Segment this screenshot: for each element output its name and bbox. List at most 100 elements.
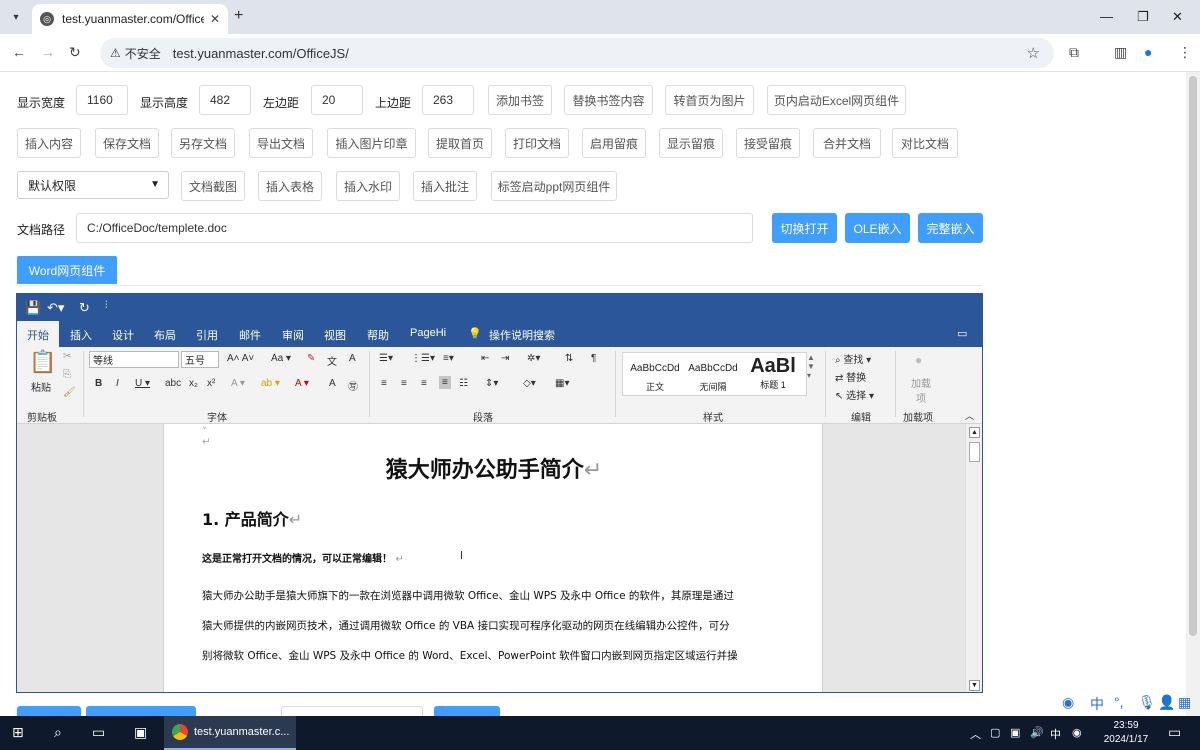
word-save-icon[interactable]: 💾 xyxy=(25,300,41,316)
document-paragraph-line[interactable]: 猿大师提供的内嵌网页技术，通过调用微软 Office 的 VBA 接口实现可程序… xyxy=(202,618,730,633)
cut-icon[interactable]: ✂ xyxy=(63,351,71,362)
tray-ime-label[interactable]: 中 xyxy=(1050,726,1061,742)
font-color-icon[interactable]: A ▾ xyxy=(295,378,309,389)
scroll-thumb[interactable] xyxy=(969,442,980,462)
back-icon[interactable]: ← xyxy=(12,44,26,60)
document-paragraph-line[interactable]: 别将微软 Office、金山 WPS 及永中 Office 的 Word、Exc… xyxy=(202,648,738,663)
show-marks-icon[interactable]: ¶ xyxy=(591,353,596,364)
superscript-icon[interactable]: x² xyxy=(207,378,215,389)
page-scroll-thumb[interactable] xyxy=(1189,76,1197,636)
close-tab-icon[interactable]: ✕ xyxy=(210,12,220,26)
volume-icon[interactable]: 🔊 xyxy=(1030,726,1044,739)
style-no-spacing[interactable]: AaBbCcDd 无间隔 xyxy=(685,355,741,393)
decrease-indent-icon[interactable]: ⇤ xyxy=(481,353,489,364)
chinese-layout-icon[interactable]: ✲▾ xyxy=(527,353,540,364)
replace-button[interactable]: ⇄ 替换 xyxy=(835,369,866,384)
document-bold-line[interactable]: 这是正常打开文档的情况，可以正常编辑！ ↵ xyxy=(202,550,404,565)
export-document-button[interactable]: 导出文档 xyxy=(249,128,313,158)
insert-table-button[interactable]: 插入表格 xyxy=(258,171,322,201)
menu-kebab-icon[interactable]: ⋮ xyxy=(1178,44,1192,61)
font-size-box[interactable]: 五号 xyxy=(181,351,219,368)
launch-ppt-button[interactable]: 标签启动ppt网页组件 xyxy=(491,171,617,201)
shading-icon[interactable]: ◇▾ xyxy=(523,378,536,389)
close-window-icon[interactable]: ✕ xyxy=(1172,9,1183,25)
italic-icon[interactable]: I xyxy=(116,378,119,389)
forward-icon[interactable]: → xyxy=(41,44,55,60)
width-input[interactable]: 1160 xyxy=(76,85,128,115)
align-left-icon[interactable]: ≡ xyxy=(381,378,387,389)
bookmark-star-icon[interactable]: ☆ xyxy=(1027,44,1040,62)
align-center-icon[interactable]: ≡ xyxy=(401,378,407,389)
tray-network-icon[interactable]: ▣ xyxy=(1010,726,1020,739)
addins-icon[interactable]: ● xyxy=(915,353,922,367)
document-title[interactable]: 猿大师办公助手简介↵ xyxy=(164,452,824,484)
clear-format-icon[interactable]: ✎ xyxy=(307,353,315,364)
word-tab-home[interactable]: 开始 xyxy=(17,321,59,347)
word-tab-mailings[interactable]: 邮件 xyxy=(239,327,261,343)
page-scrollbar[interactable] xyxy=(1186,72,1200,716)
new-tab-button[interactable]: + xyxy=(234,7,243,25)
restore-icon[interactable]: ❐ xyxy=(1137,9,1149,25)
ime-chinese-label[interactable]: 中 xyxy=(1090,694,1104,714)
print-document-button[interactable]: 打印文档 xyxy=(505,128,569,158)
minimize-icon[interactable]: — xyxy=(1100,9,1113,24)
copy-icon[interactable]: ⎘ xyxy=(63,369,71,380)
ime-punctuation-icon[interactable]: °, xyxy=(1114,694,1124,710)
user-icon[interactable]: 👤 xyxy=(1158,694,1175,711)
insert-watermark-button[interactable]: 插入水印 xyxy=(336,171,400,201)
full-embed-button[interactable]: 完整嵌入 xyxy=(918,213,983,243)
char-shading-icon[interactable]: A xyxy=(329,378,336,389)
grid-icon[interactable]: ▦ xyxy=(1178,694,1191,711)
app-pinned-icon[interactable]: ▣ xyxy=(134,724,147,741)
ole-embed-button[interactable]: OLE嵌入 xyxy=(845,213,910,243)
word-tab-help[interactable]: 帮助 xyxy=(367,327,389,343)
task-view-icon[interactable]: ▭ xyxy=(92,724,105,741)
profile-icon[interactable]: ● xyxy=(1144,44,1152,60)
font-name-box[interactable]: 等线 xyxy=(89,351,179,368)
word-tab-view[interactable]: 视图 xyxy=(324,327,346,343)
left-margin-input[interactable]: 20 xyxy=(311,85,363,115)
tab-word-component[interactable]: Word网页组件 xyxy=(17,256,117,284)
grow-font-icon[interactable]: A˄ A˅ xyxy=(227,353,254,364)
save-as-button[interactable]: 另存文档 xyxy=(171,128,235,158)
collapse-ribbon-icon[interactable]: ︿ xyxy=(965,409,974,422)
accept-tracking-button[interactable]: 接受留痕 xyxy=(736,128,800,158)
word-page[interactable]: ˅ ↵ 猿大师办公助手简介↵ 1. 产品简介↵ 这是正常打开文档的情况，可以正常… xyxy=(163,424,824,692)
height-input[interactable]: 482 xyxy=(199,85,251,115)
taskbar-chrome-app[interactable]: test.yuanmaster.c... xyxy=(164,716,296,750)
extensions-icon[interactable]: ⧉ xyxy=(1069,44,1079,61)
document-heading[interactable]: 1. 产品简介↵ xyxy=(202,506,302,530)
styles-scroll-icon[interactable]: ▲ ▼ ▾ xyxy=(807,353,815,380)
word-redo-icon[interactable]: ↻ xyxy=(79,300,90,316)
paste-label[interactable]: 粘贴 xyxy=(31,379,51,394)
justify-icon[interactable]: ≡ xyxy=(439,376,451,389)
increase-indent-icon[interactable]: ⇥ xyxy=(501,353,509,364)
word-undo-icon[interactable]: ↶▾ xyxy=(47,300,64,316)
search-icon[interactable]: ⌕ xyxy=(54,724,62,741)
paste-icon[interactable]: 📋 xyxy=(29,349,56,375)
tab-search-chevron-icon[interactable]: ▾ xyxy=(6,7,26,27)
insert-stamp-button[interactable]: 插入图片印章 xyxy=(327,128,416,158)
add-bookmark-button[interactable]: 添加书签 xyxy=(488,85,552,115)
bold-icon[interactable]: B xyxy=(95,378,102,389)
select-button[interactable]: ↖ 选择 ▾ xyxy=(835,387,874,402)
word-vertical-scrollbar[interactable]: ▲ ▼ xyxy=(965,424,982,692)
find-button[interactable]: ⌕ 查找 ▾ xyxy=(835,351,871,366)
text-effects-icon[interactable]: A ▾ xyxy=(231,378,245,389)
word-customize-icon[interactable]: ⫶ xyxy=(105,300,108,311)
top-margin-input[interactable]: 263 xyxy=(422,85,474,115)
distributed-icon[interactable]: ☷ xyxy=(459,378,468,389)
multilevel-list-icon[interactable]: ≡▾ xyxy=(443,353,454,364)
show-tracking-button[interactable]: 显示留痕 xyxy=(659,128,723,158)
document-screenshot-button[interactable]: 文档截图 xyxy=(181,171,245,201)
browser-tab[interactable]: ◎ test.yuanmaster.com/OfficeJS/ ✕ xyxy=(32,4,228,34)
char-border-icon[interactable]: A xyxy=(349,353,356,364)
word-tab-pagehi[interactable]: PageHi xyxy=(410,327,446,339)
warning-icon[interactable]: ⚠ xyxy=(110,46,121,60)
addins-button-label[interactable]: 加载项 xyxy=(911,375,931,405)
save-document-button[interactable]: 保存文档 xyxy=(95,128,159,158)
notification-icon[interactable]: ▭ xyxy=(1168,724,1181,741)
highlight-icon[interactable]: ab ▾ xyxy=(261,378,280,389)
strikethrough-icon[interactable]: abc xyxy=(165,378,181,389)
phonetic-icon[interactable]: 文 xyxy=(327,353,337,368)
